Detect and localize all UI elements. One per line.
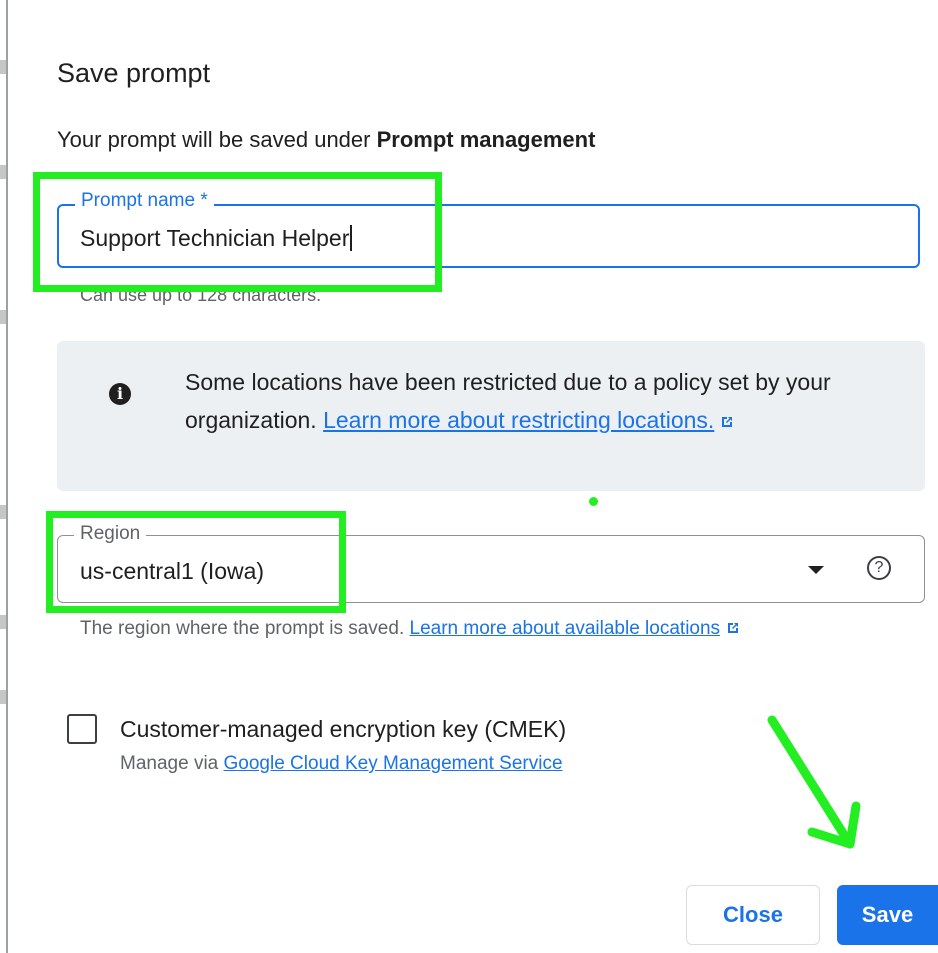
dialog-title: Save prompt	[57, 58, 211, 88]
subtitle-text: Your prompt will be saved under	[57, 127, 377, 152]
edge-tick	[0, 505, 6, 519]
window-edge-line	[6, 0, 8, 953]
save-button[interactable]: Save	[837, 885, 938, 945]
location-restriction-banner: i Some locations have been restricted du…	[57, 341, 925, 491]
dropdown-arrow-icon[interactable]	[808, 566, 824, 574]
region-hint: The region where the prompt is saved. Le…	[80, 614, 840, 644]
restricting-locations-link[interactable]: Learn more about restricting locations.	[323, 407, 714, 433]
cmek-label: Customer-managed encryption key (CMEK)	[120, 716, 567, 742]
info-icon: i	[109, 383, 131, 405]
available-locations-link[interactable]: Learn more about available locations	[410, 618, 721, 639]
annotation-arrow-icon	[767, 715, 861, 849]
subtitle-bold: Prompt management	[376, 127, 596, 152]
annotation-highlight-prompt-name	[33, 172, 442, 292]
key-management-link[interactable]: Google Cloud Key Management Service	[224, 753, 563, 774]
background-window-edge	[0, 0, 10, 953]
banner-text: Some locations have been restricted due …	[185, 363, 885, 439]
annotation-dot	[589, 497, 598, 506]
edge-tick	[0, 615, 6, 629]
close-button[interactable]: Close	[686, 885, 820, 945]
cmek-subtext: Manage via Google Cloud Key Management S…	[120, 753, 563, 775]
external-link-icon	[728, 623, 739, 633]
dialog-subtitle: Your prompt will be saved under Prompt m…	[57, 127, 595, 153]
help-icon[interactable]: ?	[867, 556, 891, 580]
cmek-sub-prefix: Manage via	[120, 753, 224, 774]
annotation-highlight-region	[46, 511, 346, 613]
edge-tick	[0, 165, 6, 179]
region-hint-text: The region where the prompt is saved.	[80, 618, 410, 639]
edge-tick	[0, 60, 6, 74]
cmek-checkbox[interactable]	[67, 714, 97, 744]
edge-tick	[0, 310, 6, 324]
edge-tick	[0, 690, 6, 704]
external-link-icon	[722, 417, 733, 427]
